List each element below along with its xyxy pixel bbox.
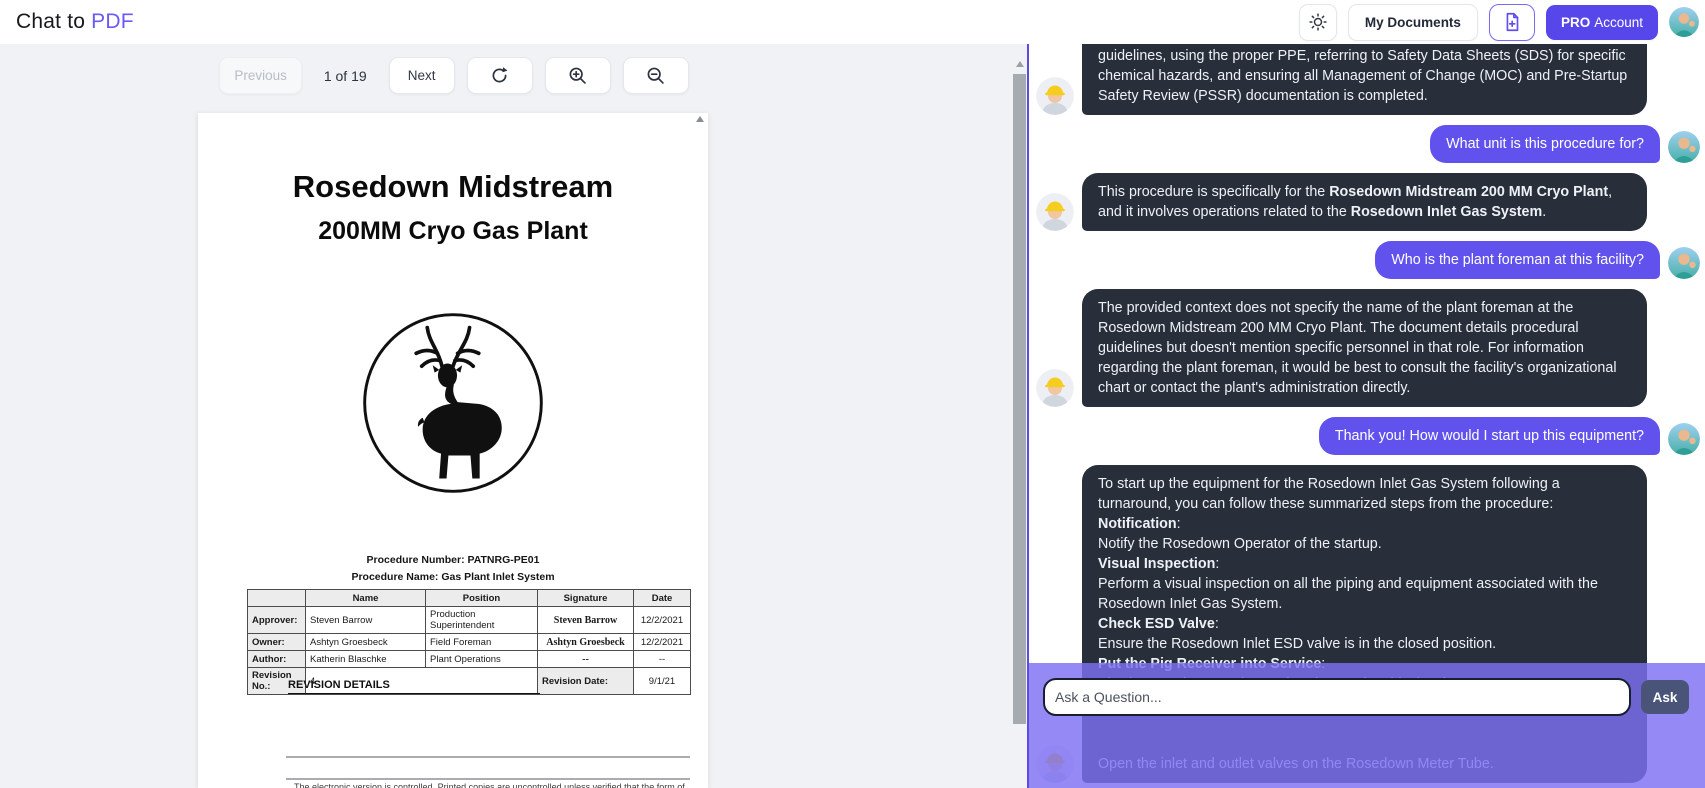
assistant-avatar (1036, 369, 1074, 407)
revision-details-heading: REVISION DETAILS (288, 679, 540, 694)
table-cell: 12/2/2021 (634, 634, 691, 651)
my-documents-button[interactable]: My Documents (1348, 4, 1478, 41)
chat-bubble: Thank you! How would I start up this equ… (1319, 417, 1660, 455)
page-indicator: 1 of 19 (324, 68, 367, 84)
table-row: Approver:Steven BarrowProduction Superin… (248, 607, 691, 634)
table-cell: -- (634, 651, 691, 668)
theme-toggle-button[interactable] (1299, 4, 1337, 41)
header-user-avatar[interactable] (1669, 7, 1699, 37)
header-actions: My Documents PRO Account (1299, 4, 1699, 41)
chat-panel: guidelines, using the proper PPE, referr… (1027, 44, 1705, 788)
table-cell: Katherin Blaschke (306, 651, 426, 668)
table-cell: 9/1/21 (634, 668, 691, 695)
scroll-up-arrow-icon[interactable] (1016, 61, 1024, 67)
user-avatar (1668, 131, 1700, 163)
table-cell: Author: (248, 651, 306, 668)
user-avatar (1668, 423, 1700, 455)
deer-stag-circle-logo (361, 311, 545, 495)
table-cell: Production Superintendent (426, 607, 538, 634)
divider-line (286, 778, 690, 780)
table-cell: Steven Barrow (306, 607, 426, 634)
document-title-line1: Rosedown Midstream (198, 169, 708, 205)
table-header-cell: Position (426, 590, 538, 607)
pro-account-button[interactable]: PRO Account (1546, 5, 1658, 40)
zoom-out-button[interactable] (623, 57, 689, 94)
next-page-button[interactable]: Next (389, 57, 455, 94)
add-document-button[interactable] (1489, 4, 1535, 41)
assistant-avatar (1036, 77, 1074, 115)
table-cell: Steven Barrow (538, 607, 634, 634)
procedure-name: Procedure Name: Gas Plant Inlet System (198, 571, 708, 583)
table-cell: Field Foreman (426, 634, 538, 651)
app-header: Chat to PDF My Documents (0, 0, 1705, 44)
table-cell: 12/2/2021 (634, 607, 691, 634)
sun-icon (1308, 12, 1328, 32)
previous-page-button[interactable]: Previous (219, 57, 302, 94)
divider-line (286, 756, 690, 758)
table-row: Author:Katherin BlaschkePlant Operations… (248, 651, 691, 668)
table-cell: Owner: (248, 634, 306, 651)
table-header-cell: Signature (538, 590, 634, 607)
procedure-number: Procedure Number: PATNRG-PE01 (198, 554, 708, 566)
logo-accent-text: PDF (91, 10, 134, 33)
zoom-in-icon (567, 65, 588, 86)
main-content: Previous 1 of 19 Next (0, 44, 1705, 788)
app-root: Chat to PDF My Documents (0, 0, 1705, 788)
logo-text: Chat to (16, 10, 91, 33)
table-cell: Approver: (248, 607, 306, 634)
chat-bubble: The provided context does not specify th… (1082, 289, 1647, 407)
table-cell: Revision Date: (538, 668, 634, 695)
assistant-avatar (1036, 193, 1074, 231)
page-scroll-up-icon (696, 116, 704, 122)
chat-message-user: What unit is this procedure for? (1036, 125, 1700, 163)
chat-bubble: This procedure is specifically for the R… (1082, 173, 1647, 231)
document-title-line2: 200MM Cryo Gas Plant (198, 217, 708, 246)
refresh-icon (489, 65, 510, 86)
refresh-button[interactable] (467, 57, 533, 94)
chat-bubble: What unit is this procedure for? (1430, 125, 1660, 163)
chat-message-assistant: This procedure is specifically for the R… (1036, 173, 1700, 231)
user-avatar (1668, 247, 1700, 279)
controlled-copy-footnote: The electronic version is controlled. Pr… (294, 782, 690, 788)
pdf-toolbar: Previous 1 of 19 Next (198, 57, 710, 94)
table-cell: -- (538, 651, 634, 668)
table-header-cell (248, 590, 306, 607)
chat-message-assistant: guidelines, using the proper PPE, referr… (1036, 44, 1700, 115)
table-cell: Plant Operations (426, 651, 538, 668)
chat-bubble: Who is the plant foreman at this facilit… (1375, 241, 1660, 279)
ask-button[interactable]: Ask (1641, 680, 1689, 714)
table-cell: Ashtyn Groesbeck (538, 634, 634, 651)
chat-message-user: Who is the plant foreman at this facilit… (1036, 241, 1700, 279)
zoom-in-button[interactable] (545, 57, 611, 94)
question-input[interactable] (1043, 678, 1631, 716)
app-logo: Chat to PDF (16, 10, 134, 34)
zoom-out-icon (645, 65, 666, 86)
ask-bar: Ask (1029, 663, 1705, 788)
scrollbar-thumb[interactable] (1013, 74, 1026, 724)
table-cell: Ashtyn Groesbeck (306, 634, 426, 651)
table-header-cell: Date (634, 590, 691, 607)
pdf-scrollbar (1013, 57, 1027, 788)
table-header-cell: Name (306, 590, 426, 607)
table-row: Owner:Ashtyn GroesbeckField ForemanAshty… (248, 634, 691, 651)
chat-bubble: guidelines, using the proper PPE, referr… (1082, 44, 1647, 115)
file-plus-icon (1501, 11, 1523, 33)
pdf-page: Rosedown Midstream 200MM Cryo Gas Plant (198, 113, 708, 788)
chat-message-assistant: The provided context does not specify th… (1036, 289, 1700, 407)
chat-message-user: Thank you! How would I start up this equ… (1036, 417, 1700, 455)
pro-badge-text: PRO (1561, 15, 1590, 30)
pro-account-text: Account (1594, 15, 1643, 30)
pdf-viewer-panel: Previous 1 of 19 Next (0, 44, 1027, 788)
